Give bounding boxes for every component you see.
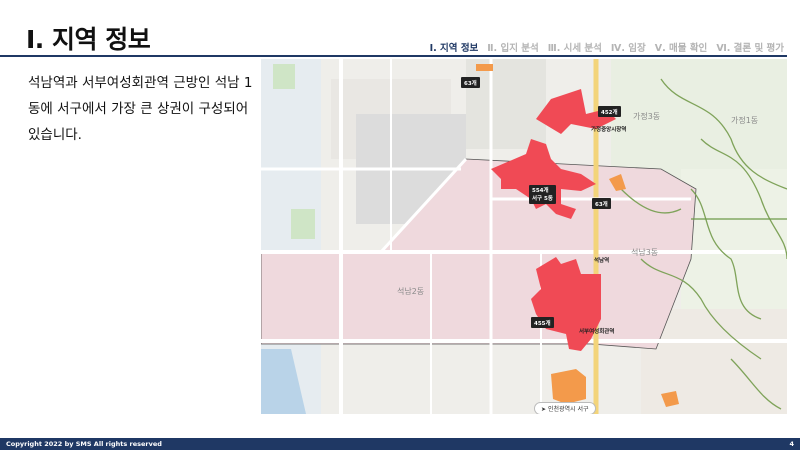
footer-bar: Copyright 2022 by SMS All rights reserve…: [0, 438, 800, 450]
nav-item-conclusion[interactable]: Ⅵ. 결론 및 평가: [716, 40, 784, 54]
nav-item-price-analysis[interactable]: Ⅲ. 시세 분석: [548, 40, 602, 54]
nav-item-location-analysis[interactable]: Ⅱ. 입지 분석: [487, 40, 538, 54]
section-nav: Ⅰ. 지역 정보 Ⅱ. 입지 분석 Ⅲ. 시세 분석 Ⅳ. 임장 Ⅴ. 매물 확…: [430, 40, 784, 54]
district-label: 석남2동: [397, 287, 425, 296]
district-label: 석남3동: [631, 248, 659, 257]
district-label: 가정1동: [731, 116, 759, 125]
station-label: 가정중앙시장역: [591, 127, 627, 133]
title-divider: [0, 55, 787, 57]
district-label: 가정3동: [633, 112, 661, 121]
map-region-label: 인천광역시 서구: [547, 406, 589, 413]
station-label: 서부여성회관역: [579, 329, 615, 335]
station-label: 석남역: [594, 258, 610, 264]
nav-item-region-info[interactable]: Ⅰ. 지역 정보: [430, 40, 479, 54]
store-count-pin[interactable]: 554개 서구 5동: [529, 185, 556, 204]
nav-item-listing-check[interactable]: Ⅴ. 매물 확인: [655, 40, 708, 54]
page-number: 4: [789, 440, 794, 448]
nav-item-site-visit[interactable]: Ⅳ. 임장: [611, 40, 646, 54]
store-count-sublabel: 서구 5동: [532, 195, 553, 202]
commercial-area-map[interactable]: 63개 452개 554개 서구 5동 63개 455개 석남2동 석남3동 가…: [261, 59, 787, 414]
store-count-pin[interactable]: 63개: [461, 77, 480, 88]
page-title: Ⅰ. 지역 정보: [26, 25, 151, 54]
location-icon: ➤: [541, 406, 547, 413]
map-canvas: [261, 59, 787, 414]
store-count-pin[interactable]: 455개: [531, 317, 554, 328]
store-count-pin[interactable]: 452개: [598, 106, 621, 117]
store-count-value: 554개: [532, 187, 549, 194]
region-description: 석남역과 서부여성회관역 근방인 석남 1동에 서구에서 가장 큰 상권이 구성…: [28, 75, 253, 143]
copyright: Copyright 2022 by SMS All rights reserve…: [6, 440, 162, 448]
map-region-chip[interactable]: ➤ 인천광역시 서구: [534, 402, 596, 414]
store-count-pin[interactable]: 63개: [592, 198, 611, 209]
